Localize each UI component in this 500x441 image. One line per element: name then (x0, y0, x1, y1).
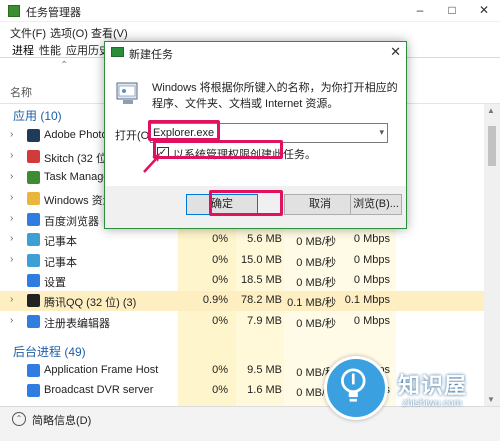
browse-button[interactable]: 浏览(B)... (350, 194, 402, 215)
dialog-titlebar: 新建任务 ✕ (105, 42, 406, 64)
notepad-icon (27, 233, 40, 246)
run-dialog-icon (111, 47, 124, 57)
fewer-details-link[interactable]: 简略信息(D) (32, 412, 91, 428)
process-mem-value: 78.2 MB (241, 294, 282, 306)
process-mem-value: 1.6 MB (247, 384, 282, 396)
qq-icon (27, 294, 40, 307)
process-disk-value: 0 MB/秒 (296, 277, 336, 289)
name-column-header[interactable]: 名称 (10, 84, 32, 100)
skitch-icon (27, 150, 40, 163)
process-disk-value: 0.1 MB/秒 (287, 297, 336, 309)
process-cpu-value: 0% (212, 233, 228, 245)
dvr-icon (27, 384, 40, 397)
watermark-url: zhishiwu.com (402, 398, 463, 409)
lightbulb-logo-icon (324, 356, 388, 420)
process-row[interactable]: › 记事本 0% 15.0 MB 0 MB/秒 0 Mbps (0, 251, 484, 271)
expand-chevron-icon[interactable]: › (10, 233, 13, 244)
menu-view[interactable]: 查看(V) (91, 25, 128, 41)
process-mem-value: 5.6 MB (247, 233, 282, 245)
process-name: Adobe Photos (44, 129, 114, 141)
expand-chevron-icon[interactable]: › (10, 213, 13, 224)
process-net-value: 0 Mbps (353, 233, 390, 245)
background-section-title: 后台进程 (49) (13, 345, 86, 359)
app-frame-icon (27, 364, 40, 377)
admin-option-highlight (153, 140, 283, 159)
minimize-button[interactable]: – (405, 0, 435, 22)
process-row[interactable]: › 腾讯QQ (32 位) (3) 0.9% 78.2 MB 0.1 MB/秒 0.1 M… (0, 291, 484, 311)
process-net-value: 0 Mbps (353, 315, 390, 327)
process-cpu-value: 0% (212, 384, 228, 396)
red-pointer-arrow-icon (143, 153, 160, 173)
process-cpu-value: 0% (212, 315, 228, 327)
regedit-icon (27, 315, 40, 328)
expand-chevron-icon[interactable]: › (10, 150, 13, 161)
task-manager-titlebar: 任务管理器 – □ ✕ (0, 0, 500, 22)
process-net-value: 0 Mbps (353, 274, 390, 286)
task-manager-icon (27, 171, 40, 184)
watermark-logo: 知识屋 zhishiwu.com (318, 352, 500, 441)
ok-button-highlight (209, 190, 283, 216)
process-row[interactable]: › 注册表编辑器 0% 7.9 MB 0 MB/秒 0 Mbps (0, 312, 484, 332)
cancel-button[interactable]: 取消 (284, 194, 356, 215)
expand-chevron-icon[interactable]: › (10, 171, 13, 182)
baidu-browser-icon (27, 213, 40, 226)
process-name: 记事本 (44, 257, 77, 269)
explorer-icon (27, 192, 40, 205)
task-manager-app-icon (8, 5, 20, 17)
apps-section-title: 应用 (10) (13, 109, 62, 123)
process-name: Application Frame Host (44, 364, 159, 376)
dialog-close-icon[interactable]: ✕ (390, 44, 401, 60)
fewer-details-icon[interactable]: ⌃ (12, 412, 26, 426)
menu-bar: 文件(F) 选项(O) 查看(V) (0, 23, 500, 41)
scroll-up-arrow-icon[interactable]: ▲ (487, 106, 495, 115)
process-net-value: 0 Mbps (353, 254, 390, 266)
expand-chevron-icon[interactable]: › (10, 315, 13, 326)
process-disk-value: 0 MB/秒 (296, 257, 336, 269)
photoshop-icon (27, 129, 40, 142)
process-row[interactable]: › 记事本 0% 5.6 MB 0 MB/秒 0 Mbps (0, 230, 484, 250)
process-mem-value: 9.5 MB (247, 364, 282, 376)
process-name: 腾讯QQ (32 位) (3) (44, 297, 137, 309)
expand-chevron-icon[interactable]: › (10, 192, 13, 203)
menu-file[interactable]: 文件(F) (10, 25, 46, 41)
dropdown-chevron-icon[interactable]: ▾ (379, 127, 384, 138)
run-program-icon (116, 82, 138, 104)
process-disk-value: 0 MB/秒 (296, 236, 336, 248)
process-cpu-value: 0% (212, 364, 228, 376)
process-name: Task Manager (44, 171, 114, 183)
process-cpu-value: 0.9% (202, 294, 228, 306)
process-disk-value: 0 MB/秒 (296, 318, 336, 330)
tab-performance[interactable]: 性能 (37, 42, 63, 58)
process-name: 设置 (44, 277, 66, 289)
process-row[interactable]: 设置 0% 18.5 MB 0 MB/秒 0 Mbps (0, 271, 484, 291)
process-name: 注册表编辑器 (44, 318, 110, 330)
process-net-value: 0.1 Mbps (344, 294, 390, 306)
process-mem-value: 18.5 MB (241, 274, 282, 286)
process-name: Broadcast DVR server (44, 384, 154, 396)
process-name: 百度浏览器 (44, 216, 99, 228)
process-name: Skitch (32 位) (44, 153, 111, 165)
sort-chevron-icon: ⌃ (60, 60, 69, 71)
maximize-button[interactable]: □ (437, 0, 467, 22)
dialog-description: Windows 将根据你所键入的名称，为你打开相应的程序、文件夹、文档或 Int… (152, 82, 398, 110)
notepad-icon (27, 254, 40, 267)
settings-icon (27, 274, 40, 287)
open-input-highlight (148, 120, 220, 141)
menu-options[interactable]: 选项(O) (50, 25, 88, 41)
expand-chevron-icon[interactable]: › (10, 129, 13, 140)
dialog-title: 新建任务 (129, 49, 173, 61)
process-cpu-value: 0% (212, 274, 228, 286)
process-name: 记事本 (44, 236, 77, 248)
window-title: 任务管理器 (26, 7, 81, 19)
close-button[interactable]: ✕ (469, 0, 499, 22)
process-mem-value: 15.0 MB (241, 254, 282, 266)
scroll-thumb[interactable] (488, 126, 496, 166)
expand-chevron-icon[interactable]: › (10, 294, 13, 305)
process-mem-value: 7.9 MB (247, 315, 282, 327)
process-cpu-value: 0% (212, 254, 228, 266)
watermark-brand: 知识屋 (398, 373, 468, 398)
expand-chevron-icon[interactable]: › (10, 254, 13, 265)
